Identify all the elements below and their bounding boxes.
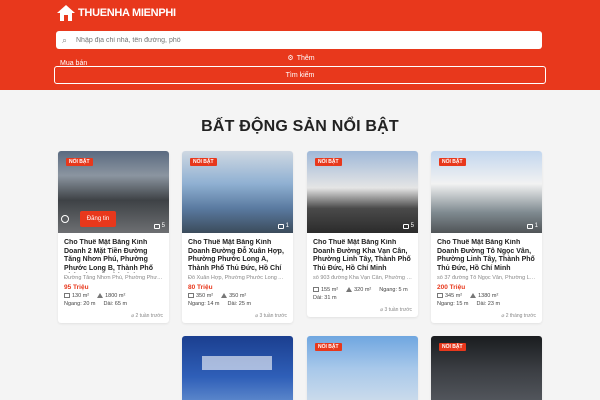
search-input[interactable] [76,36,476,44]
floor-area-icon [221,293,228,299]
listing-image[interactable]: NỔI BẬT 1 [182,151,293,233]
listing-card[interactable]: NỔI BẬT 1 Cho Thuê Mặt Bằng Kinh Doanh Đ… [431,151,542,323]
featured-badge: NỔI BẬT [315,343,342,351]
listing-address: số 37 đường Tô Ngọc Vân, Phường Lin... [437,275,536,281]
image-count-value: 1 [285,223,289,229]
image-count-value: 1 [534,223,538,229]
listing-address: số 903 đường Kha Vạn Cân, Phường Li... [313,275,412,281]
listing-title[interactable]: Cho Thuê Mặt Bằng Kinh Doanh Đường Đỗ Xu… [188,239,287,273]
listing-image[interactable]: NỔI BẬT Đăng tin 5 [58,151,169,233]
featured-badge: NỔI BẬT [315,158,342,166]
land-area: 345 m² [437,293,462,299]
land-area: 155 m² [313,287,338,293]
section-title: BẤT ĐỘNG SẢN NỔI BẬT [201,118,399,135]
house-icon [56,4,76,22]
use-area: 1380 m² [470,293,498,299]
image-count-value: 5 [410,223,414,229]
gear-icon: ⚙ [287,55,294,62]
listing-image[interactable]: NỔI BẬT 1 [431,151,542,233]
listing-depth: Ngang: 5 m [379,287,408,293]
more-filters-label: Thêm [296,54,315,62]
image-count: 1 [526,223,538,229]
use-area: 1800 m² [97,293,125,299]
featured-badge: NỔI BẬT [190,158,217,166]
listing-card[interactable] [182,336,293,400]
posted-time: 3 tuần trước [313,307,412,313]
floor-area-icon [470,293,477,299]
posted-time: 2 tháng trước [437,313,536,319]
site-header: THUENHA MIENPHI ⌕ ⚙ Thêm Mua bán Tìm kiế… [0,0,600,90]
land-area: 130 m² [64,293,89,299]
listing-width: Ngang: 15 m [437,301,469,307]
area-icon [64,293,70,299]
more-filters-button[interactable]: ⚙ Thêm [56,50,546,66]
featured-badge: NỔI BẬT [439,343,466,351]
image-icon [402,223,409,229]
listing-title[interactable]: Cho Thuê Mặt Bằng Kinh Doanh Đường Tô Ng… [437,239,536,273]
featured-badge: NỔI BẬT [66,158,93,166]
image-count: 5 [153,223,165,229]
search-button-label: Tìm kiếm [285,71,315,79]
listing-image[interactable]: NỔI BẬT 5 [307,151,418,233]
shop-sign-image [202,356,272,370]
listing-width: Ngang: 14 m [188,301,220,307]
listing-width: Dài: 31 m [313,295,337,301]
search-bar[interactable]: ⌕ [56,31,542,49]
post-listing-button[interactable]: Đăng tin [80,211,116,227]
listing-price: 200 Triệu [437,284,466,291]
listing-image[interactable]: NỔI BẬT [431,336,542,400]
image-count-value: 5 [161,223,165,229]
listing-title[interactable]: Cho Thuê Mặt Bằng Kinh Doanh Đường Kha V… [313,239,412,273]
listing-depth: Dài: 25 m [227,301,252,307]
listing-depth: Dài: 65 m [103,301,128,307]
featured-badge: NỔI BẬT [439,158,466,166]
use-area-value: 1380 m² [478,293,499,299]
search-icon: ⌕ [62,35,68,45]
search-button[interactable]: Tìm kiếm [54,66,546,84]
listing-card[interactable]: NỔI BẬT Đăng tin 5 Cho Thuê Mặt Bằng Kin… [58,151,169,323]
area-icon [188,293,194,299]
floor-area-icon [346,287,353,293]
site-logo[interactable]: THUENHA MIENPHI [56,4,176,22]
listing-price: 80 Triệu [188,284,213,291]
image-count: 1 [277,223,289,229]
listing-width: Ngang: 20 m [64,301,96,307]
image-icon [526,223,533,229]
listing-title[interactable]: Cho Thuê Mặt Bằng Kinh Doanh 2 Mặt Tiền … [64,239,163,273]
listing-card[interactable]: NỔI BẬT 5 Cho Thuê Mặt Bằng Kinh Doanh Đ… [307,151,418,317]
floor-area-icon [97,293,104,299]
listing-card[interactable]: NỔI BẬT [307,336,418,400]
use-area-value: 350 m² [229,293,247,299]
listing-card[interactable]: NỔI BẬT 1 Cho Thuê Mặt Bằng Kinh Doanh Đ… [182,151,293,323]
listing-depth: Dài: 23 m [476,301,501,307]
listing-address: Đỗ Xuân Hợp, Phường Phước Long A,... [188,275,287,281]
use-area-value: 320 m² [354,287,372,293]
listing-price: 95 Triệu [64,284,89,291]
area-icon [313,287,319,293]
listing-image[interactable] [182,336,293,400]
use-area: 350 m² [221,293,246,299]
logo-text: THUENHA MIENPHI [78,7,176,19]
land-area: 350 m² [188,293,213,299]
land-area-value: 345 m² [445,293,463,299]
image-count: 5 [402,223,414,229]
land-area-value: 350 m² [196,293,214,299]
posted-time: 2 tuần trước [64,313,163,319]
land-area-value: 155 m² [321,287,339,293]
land-area-value: 130 m² [72,293,90,299]
listing-image[interactable]: NỔI BẬT [307,336,418,400]
info-icon[interactable] [61,215,69,223]
posted-time: 3 tuần trước [188,313,287,319]
image-icon [277,223,284,229]
image-icon [153,223,160,229]
listing-card[interactable]: NỔI BẬT [431,336,542,400]
use-area: 320 m² [346,287,371,293]
use-area-value: 1800 m² [105,293,126,299]
listing-address: Đường Tăng Nhơn Phú, Phường Phước... [64,275,163,281]
area-icon [437,293,443,299]
